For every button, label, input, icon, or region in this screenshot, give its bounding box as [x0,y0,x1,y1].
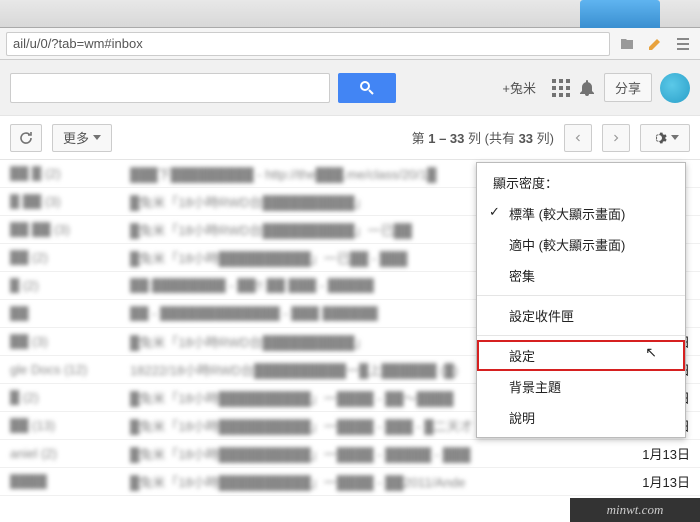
mail-sender: ██ (13) [10,418,130,433]
mail-subject: █兔米「18小時██████████」一████ - ██2011/Ande [130,472,620,491]
mail-sender: ██ ██ (3) [10,222,130,237]
refresh-icon [18,130,34,146]
apps-icon[interactable] [552,79,570,97]
more-button[interactable]: 更多 [52,124,112,152]
search-icon [359,80,375,96]
bell-icon[interactable] [578,79,596,97]
mail-sender: █ ██ (3) [10,194,130,209]
chevron-left-icon [575,133,581,143]
mail-date: 1月13日 [620,472,690,491]
mail-subject: █兔米「18小時██████████」一████ - █████ - ███ [130,444,620,463]
pagination-text: 第 1 – 33 列 (共有 33 列) [412,128,554,147]
mail-row[interactable]: aniel (2)█兔米「18小時██████████」一████ - ████… [0,440,700,468]
mail-sender: ██ (2) [10,250,130,265]
menu-icon[interactable] [672,33,694,55]
plus-link[interactable]: +兔米 [494,78,544,97]
url-input[interactable] [6,32,610,56]
density-comfortable[interactable]: 標準 (較大顯示畫面) [477,198,685,229]
more-label: 更多 [63,128,89,147]
density-compact[interactable]: 密集 [477,260,685,291]
gear-icon [651,130,667,146]
watermark: minwt.com [570,498,700,522]
next-page-button[interactable] [602,124,630,152]
mail-sender: ████ [10,474,130,489]
settings-menu: 顯示密度： 標準 (較大顯示畫面) 適中 (較大顯示畫面) 密集 設定收件匣 設… [476,162,686,438]
mail-sender: █ (2) [10,390,130,405]
themes-item[interactable]: 背景主題 [477,371,685,402]
chevron-down-icon [671,135,679,140]
browser-tab[interactable] [580,0,660,28]
chevron-right-icon [613,133,619,143]
mail-sender: ██ █ (2) [10,166,130,181]
configure-inbox[interactable]: 設定收件匣 [477,300,685,331]
settings-button[interactable] [640,124,690,152]
density-cozy[interactable]: 適中 (較大顯示畫面) [477,229,685,260]
bookmark-manager-icon[interactable] [616,33,638,55]
prev-page-button[interactable] [564,124,592,152]
header-bar: +兔米 分享 [0,60,700,116]
toolbar: 更多 第 1 – 33 列 (共有 33 列) [0,116,700,160]
address-bar [0,28,700,60]
density-header: 顯示密度： [477,167,685,198]
mail-row[interactable]: █████兔米「18小時██████████」一████ - ██2011/An… [0,468,700,496]
cursor-icon: ↖ [645,344,657,361]
mail-sender: gle Docs (12) [10,362,130,377]
help-item[interactable]: 說明 [477,402,685,433]
search-button[interactable] [338,73,396,103]
mail-sender: ██ (3) [10,334,130,349]
edit-icon[interactable] [644,33,666,55]
search-input[interactable] [10,73,330,103]
share-button[interactable]: 分享 [604,73,652,102]
avatar[interactable] [660,73,690,103]
mail-sender: ██ [10,306,130,321]
settings-item[interactable]: 設定 ↖ [477,340,685,371]
chevron-down-icon [93,135,101,140]
browser-tab-strip [0,0,700,28]
refresh-button[interactable] [10,124,42,152]
mail-sender: aniel (2) [10,446,130,461]
mail-date: 1月13日 [620,444,690,463]
mail-sender: █ (2) [10,278,130,293]
